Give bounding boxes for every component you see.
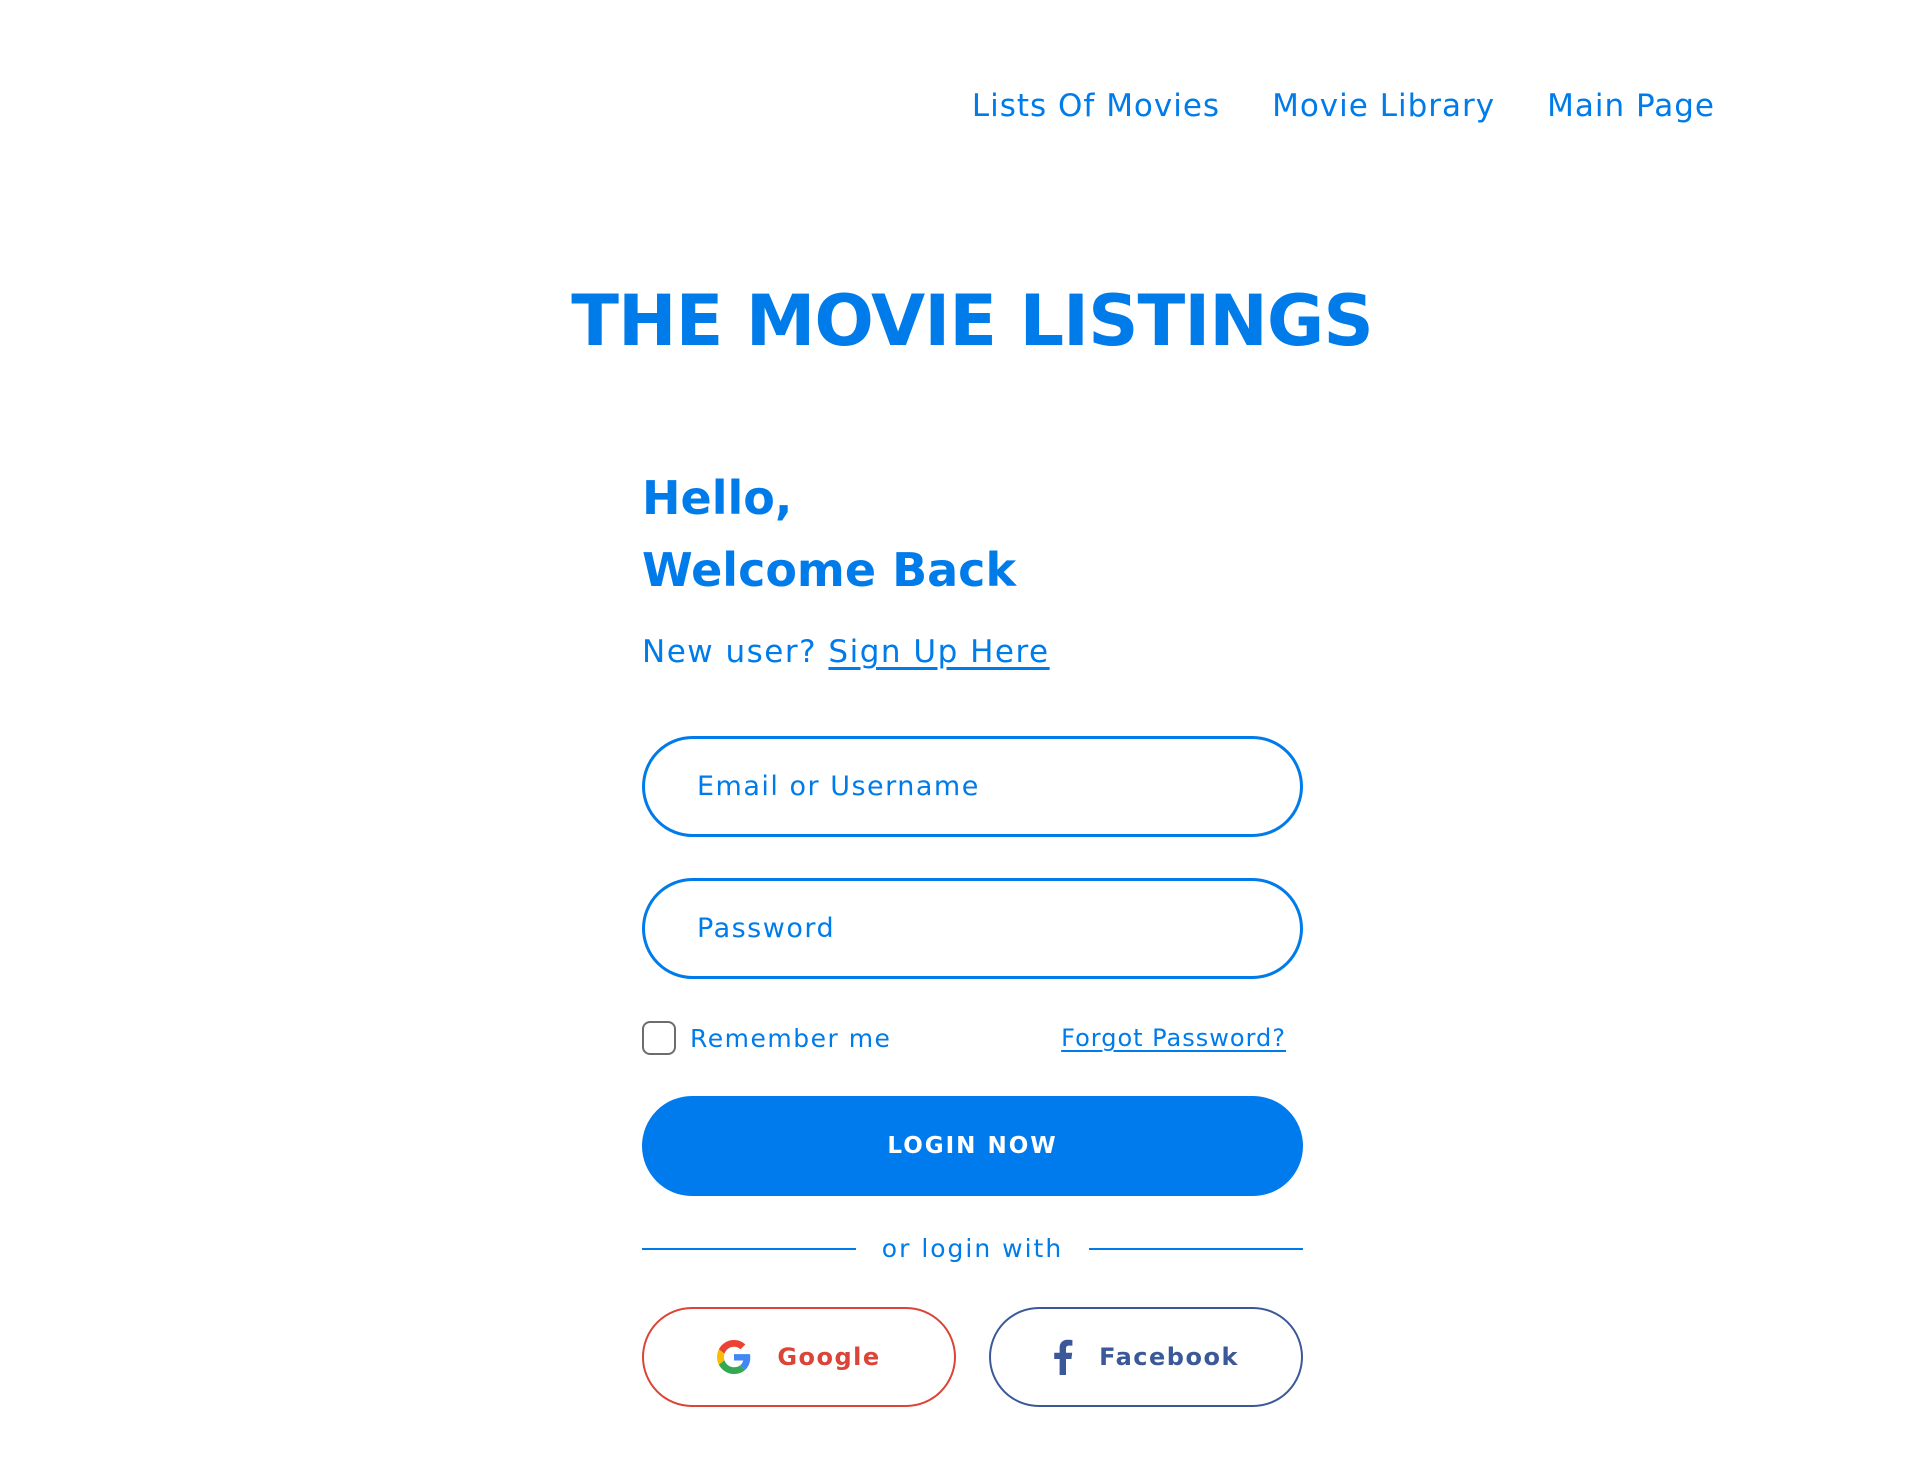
login-options-row: Remember me Forgot Password? bbox=[642, 1020, 1303, 1056]
signup-link[interactable]: Sign Up Here bbox=[828, 634, 1049, 670]
greeting-line-1: Hello, bbox=[642, 471, 793, 525]
or-login-with-divider: or login with bbox=[642, 1234, 1304, 1263]
greeting-line-2: Welcome Back bbox=[642, 543, 1017, 597]
google-icon bbox=[717, 1340, 751, 1374]
divider-text: or login with bbox=[881, 1234, 1064, 1263]
nav-main-page[interactable]: Main Page bbox=[1547, 88, 1715, 124]
signup-prompt: New user? Sign Up Here bbox=[642, 634, 1303, 670]
email-username-field[interactable] bbox=[642, 736, 1303, 837]
login-form: Hello, Welcome Back New user? Sign Up He… bbox=[642, 462, 1304, 1407]
login-button[interactable]: LOGIN NOW bbox=[642, 1096, 1303, 1196]
social-login: Google Facebook bbox=[642, 1307, 1303, 1407]
remember-me-label: Remember me bbox=[690, 1023, 892, 1053]
facebook-label: Facebook bbox=[1099, 1343, 1239, 1371]
remember-me[interactable]: Remember me bbox=[642, 1021, 891, 1055]
top-nav: Lists Of Movies Movie Library Main Page bbox=[972, 88, 1715, 124]
divider-line-right bbox=[1089, 1247, 1304, 1250]
forgot-password-link[interactable]: Forgot Password? bbox=[1061, 1024, 1286, 1052]
divider-line-left bbox=[642, 1247, 856, 1250]
site-title: THE MOVIE LISTINGS bbox=[571, 280, 1374, 362]
remember-me-checkbox[interactable] bbox=[642, 1021, 676, 1055]
new-user-text: New user? bbox=[642, 634, 818, 670]
nav-lists-of-movies[interactable]: Lists Of Movies bbox=[972, 88, 1220, 124]
google-label: Google bbox=[777, 1343, 881, 1371]
login-page: Lists Of Movies Movie Library Main Page … bbox=[0, 0, 1920, 1459]
facebook-login-button[interactable]: Facebook bbox=[989, 1307, 1303, 1407]
password-field[interactable] bbox=[642, 878, 1303, 979]
facebook-icon bbox=[1053, 1339, 1073, 1375]
greeting-heading: Hello, Welcome Back bbox=[642, 462, 1303, 606]
google-login-button[interactable]: Google bbox=[642, 1307, 956, 1407]
nav-movie-library[interactable]: Movie Library bbox=[1272, 88, 1495, 124]
